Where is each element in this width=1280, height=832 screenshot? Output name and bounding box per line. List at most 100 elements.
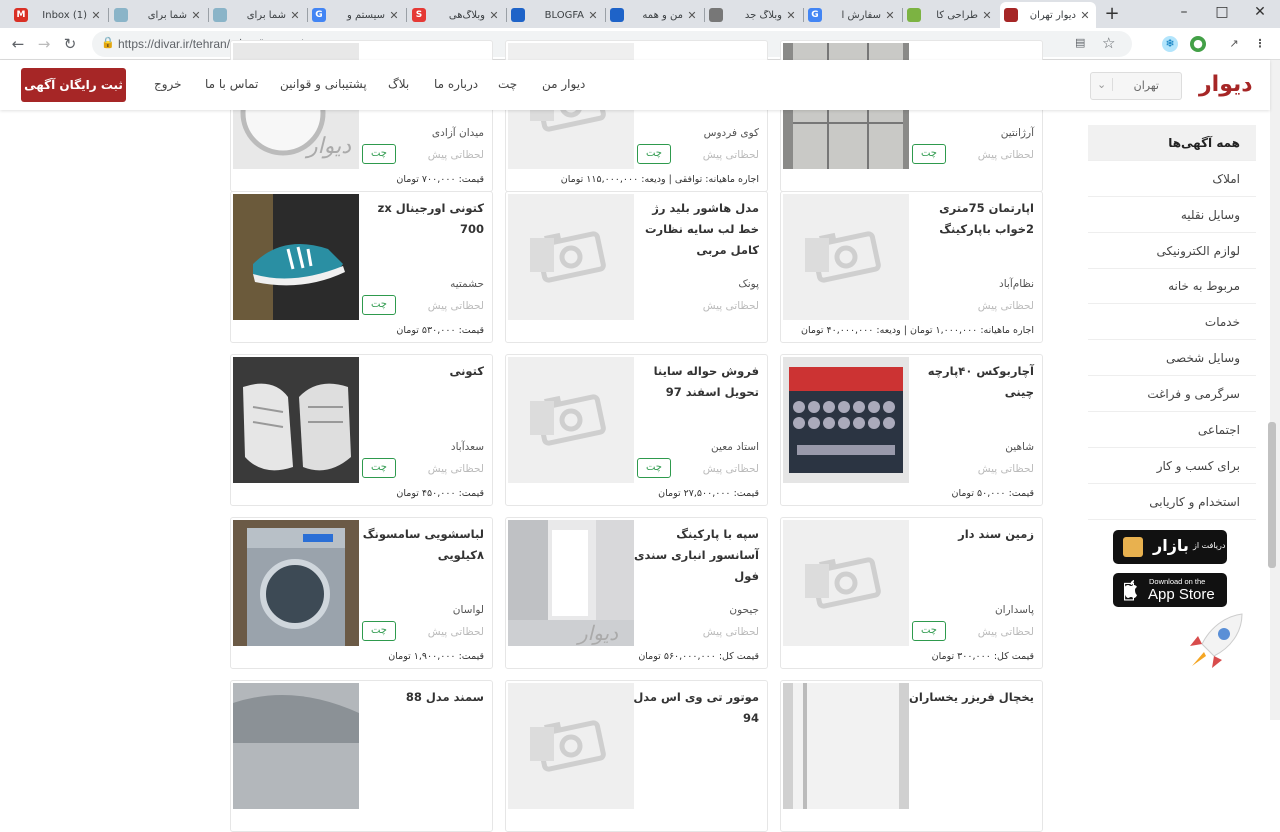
chat-button[interactable]: چت — [912, 621, 946, 641]
ad-photo[interactable]: دیوار — [508, 520, 634, 646]
sidebar-category-item[interactable]: لوازم الکترونیکی — [1088, 233, 1256, 269]
ad-title[interactable]: زمین سند دار — [906, 524, 1034, 545]
sidebar-category-item[interactable]: برای کسب و کار — [1088, 448, 1256, 484]
maximize-icon[interactable]: □ — [1202, 4, 1242, 20]
chat-button[interactable]: چت — [362, 144, 396, 164]
nav-logout[interactable]: خروج — [154, 77, 182, 91]
ad-title[interactable]: اپارتمان 75متری 2خواب باپارکینگ — [906, 198, 1034, 240]
chat-button[interactable]: چت — [362, 458, 396, 478]
nav-support[interactable]: پشتیبانی و قوانین — [280, 77, 367, 91]
nav-contact[interactable]: تماس با ما — [205, 77, 258, 91]
translate-icon[interactable]: ▤ — [1075, 36, 1085, 49]
rocket-icon[interactable] — [1180, 608, 1252, 678]
no-photo-placeholder-icon[interactable] — [508, 194, 634, 320]
ad-card[interactable]: لباسشویی سامسونگ ۸کیلویی لواسان لحظاتی پیش… — [230, 517, 493, 669]
ad-title[interactable]: فروش حواله ساینا تحویل اسفند 97 — [631, 361, 759, 403]
ad-photo[interactable] — [783, 683, 909, 809]
divar-logo[interactable]: دیوار — [1199, 72, 1253, 97]
scrollbar-thumb[interactable] — [1268, 422, 1276, 568]
browser-tab[interactable]: شما برای ✕ — [209, 2, 306, 28]
nav-my-divar[interactable]: دیوار من — [542, 77, 585, 91]
ad-card[interactable]: مدل هاشور بلید رژ خط لب سایه نظارت کامل … — [505, 191, 768, 343]
browser-tab[interactable]: S وبلاگ‌هی ✕ — [408, 2, 505, 28]
ad-title[interactable]: سمند مدل 88 — [356, 687, 484, 708]
browser-tab[interactable]: M Inbox (1) ✕ — [10, 2, 107, 28]
sidebar-category-item[interactable]: استخدام و کاریابی — [1088, 484, 1256, 520]
tab-close-icon[interactable]: ✕ — [980, 9, 994, 22]
appstore-download-button[interactable]:  Download on the App Store — [1113, 573, 1227, 607]
post-ad-button[interactable]: ثبت رایگان آگهی — [21, 68, 126, 102]
minimize-icon[interactable]: – — [1164, 4, 1204, 20]
ad-card[interactable]: دیوار سپه با پارکینگ آسانسور انباری سندی … — [505, 517, 768, 669]
browser-tab[interactable]: BLOGFA ✕ — [507, 2, 604, 28]
ad-card[interactable]: زمین سند دار پاسداران لحظاتی پیش چت قیمت کل:… — [780, 517, 1043, 669]
tab-close-icon[interactable]: ✕ — [487, 9, 501, 22]
ad-card[interactable]: کتونی سعدآباد لحظاتی پیش چت قیمت: ۴۵۰,۰۰۰ تو… — [230, 354, 493, 506]
browser-tab[interactable]: من و همه ✕ — [606, 2, 703, 28]
ad-title[interactable]: مدل هاشور بلید رژ خط لب سایه نظارت کامل … — [631, 198, 759, 261]
ad-title[interactable]: لباسشویی سامسونگ ۸کیلویی — [356, 524, 484, 566]
chat-button[interactable]: چت — [362, 295, 396, 315]
ad-title[interactable]: کتونی اورجینال zx 700 — [356, 198, 484, 240]
browser-tab[interactable]: طراحی کا ✕ — [903, 2, 998, 28]
ad-title[interactable]: یخچال فریزر یخساران — [906, 687, 1034, 708]
ad-card[interactable]: سمند مدل 88 — [230, 680, 493, 832]
no-photo-placeholder-icon[interactable] — [783, 520, 909, 646]
ad-photo[interactable] — [233, 194, 359, 320]
tab-close-icon[interactable]: ✕ — [883, 9, 897, 22]
close-window-icon[interactable]: ✕ — [1240, 4, 1280, 20]
reload-icon[interactable]: ↻ — [60, 34, 80, 54]
ad-card[interactable]: یخچال فریزر یخساران — [780, 680, 1043, 832]
tab-close-icon[interactable]: ✕ — [288, 9, 302, 22]
ad-card[interactable]: فروش حواله ساینا تحویل اسفند 97 استاد معی… — [505, 354, 768, 506]
ad-card[interactable]: موتور تی وی اس مدل 94 — [505, 680, 768, 832]
browser-tab[interactable]: وبلاگ جد ✕ — [705, 2, 802, 28]
forward-icon[interactable]: → — [34, 34, 54, 54]
chat-button[interactable]: چت — [362, 621, 396, 641]
chat-button[interactable]: چت — [912, 144, 946, 164]
sidebar-category-item[interactable]: اجتماعی — [1088, 412, 1256, 448]
extension-icon[interactable]: ↗ — [1226, 36, 1242, 52]
tab-close-icon[interactable]: ✕ — [89, 9, 103, 22]
tab-close-icon[interactable]: ✕ — [586, 9, 600, 22]
sidebar-category-item[interactable]: مربوط به خانه — [1088, 268, 1256, 304]
page-scrollbar[interactable] — [1270, 60, 1280, 720]
browser-tab[interactable]: شما برای ✕ — [110, 2, 207, 28]
sidebar-category-item[interactable]: وسایل شخصی — [1088, 340, 1256, 376]
nav-about[interactable]: درباره ما — [434, 77, 478, 91]
tab-close-icon[interactable]: ✕ — [387, 9, 401, 22]
ad-photo[interactable] — [233, 357, 359, 483]
chat-button[interactable]: چت — [637, 144, 671, 164]
tab-close-icon[interactable]: ✕ — [1078, 9, 1092, 22]
ad-title[interactable]: موتور تی وی اس مدل 94 — [631, 687, 759, 729]
ad-card[interactable]: آچاربوکس ۴۰پارچه چینی شاهین لحظاتی پیش قیمت… — [780, 354, 1043, 506]
sidebar-category-item[interactable]: وسایل نقلیه — [1088, 197, 1256, 233]
tab-close-icon[interactable]: ✕ — [784, 9, 798, 22]
ad-title[interactable]: آچاربوکس ۴۰پارچه چینی — [906, 361, 1034, 403]
ad-title[interactable]: کتونی — [356, 361, 484, 382]
city-selector[interactable]: تهران ⌄ — [1090, 72, 1182, 100]
sidebar-category-item[interactable]: همه آگهی‌ها — [1088, 125, 1256, 161]
sidebar-category-item[interactable]: املاک — [1088, 161, 1256, 197]
bazaar-download-button[interactable]: بازار دریافت از — [1113, 530, 1227, 564]
sidebar-category-item[interactable]: خدمات — [1088, 304, 1256, 340]
extension-icon[interactable]: ❄ — [1162, 36, 1178, 52]
nav-blog[interactable]: بلاگ — [388, 77, 409, 91]
star-icon[interactable]: ☆ — [1102, 34, 1115, 52]
no-photo-placeholder-icon[interactable] — [508, 683, 634, 809]
browser-tab[interactable]: G سیستم و ✕ — [308, 2, 405, 28]
no-photo-placeholder-icon[interactable] — [783, 194, 909, 320]
back-icon[interactable]: ← — [8, 34, 28, 54]
browser-tab[interactable]: دیوار تهران ✕ — [1000, 2, 1096, 28]
new-tab-icon[interactable]: + — [1092, 3, 1132, 24]
chat-button[interactable]: چت — [637, 458, 671, 478]
ad-title[interactable]: سپه با پارکینگ آسانسور انباری سندی فول — [631, 524, 759, 587]
extension-icon[interactable]: ● — [1190, 36, 1206, 52]
nav-chat[interactable]: چت — [498, 77, 517, 91]
browser-tab[interactable]: G سفارش آ ✕ — [804, 2, 901, 28]
ad-photo[interactable] — [233, 683, 359, 809]
ad-photo[interactable] — [233, 520, 359, 646]
menu-icon[interactable]: ⋮ — [1252, 36, 1268, 52]
tab-close-icon[interactable]: ✕ — [685, 9, 699, 22]
ad-photo[interactable] — [783, 357, 909, 483]
